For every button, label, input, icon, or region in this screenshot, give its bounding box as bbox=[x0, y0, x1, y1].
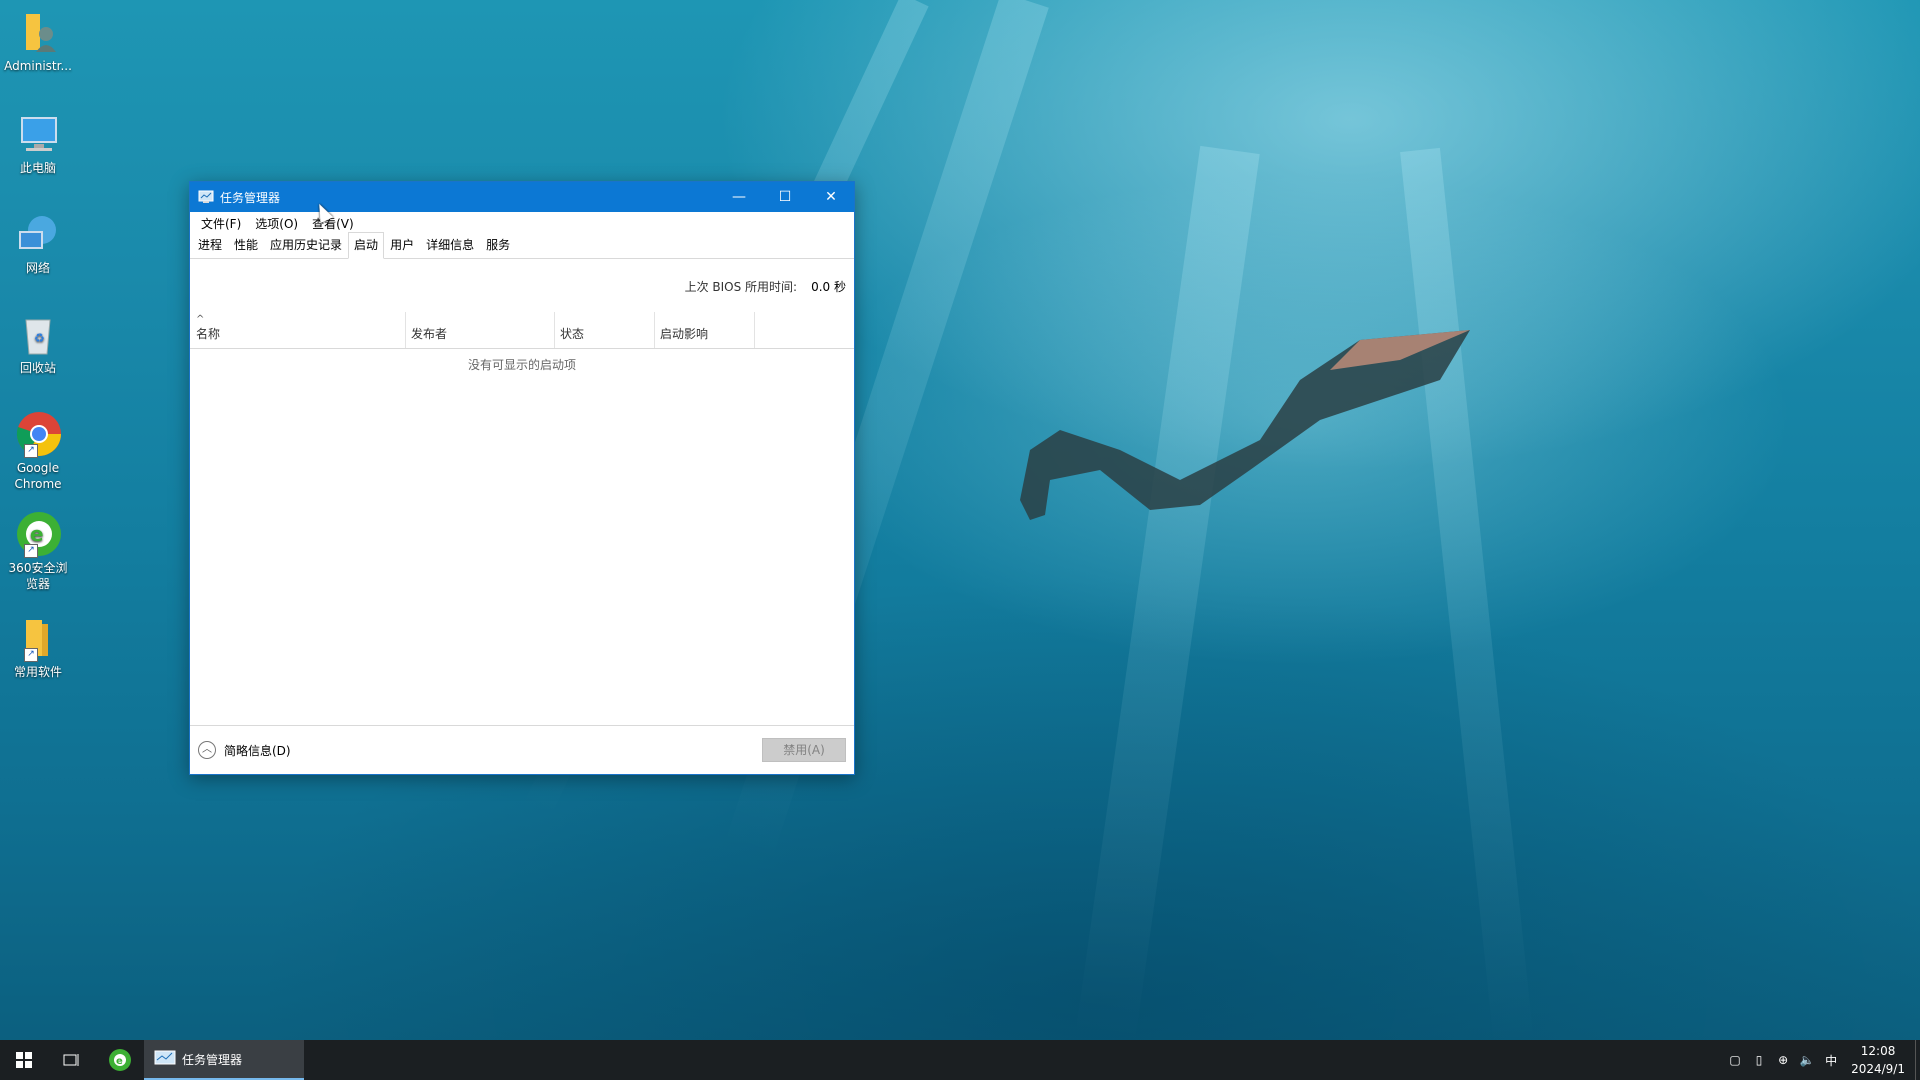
light-ray bbox=[1400, 147, 1534, 1048]
column-publisher[interactable]: 发布者 bbox=[405, 312, 555, 348]
desktop-icon-recycle-bin[interactable]: ♻ 回收站 bbox=[4, 310, 72, 376]
column-header: ^ 名称 发布者 状态 启动影响 bbox=[190, 312, 854, 349]
volume-muted-icon[interactable]: 🔈 bbox=[1795, 1053, 1819, 1067]
tab-strip: 进程 性能 应用历史记录 启动 用户 详细信息 服务 bbox=[190, 232, 854, 259]
windows-logo-icon bbox=[16, 1052, 32, 1068]
task-manager-window: 任务管理器 — ☐ ✕ 文件(F) 选项(O) 查看(V) 进程 性能 应用历史… bbox=[189, 181, 855, 775]
clock[interactable]: 12:08 2024/9/1 bbox=[1851, 1042, 1905, 1078]
empty-list-message: 没有可显示的启动项 bbox=[467, 358, 576, 372]
desktop-icon-common-software[interactable]: ↗ 常用软件 bbox=[4, 614, 72, 680]
window-title: 任务管理器 bbox=[220, 190, 281, 205]
tab-app-history[interactable]: 应用历史记录 bbox=[264, 232, 348, 258]
taskbar-task-manager[interactable]: 任务管理器 bbox=[144, 1040, 304, 1080]
shortcut-arrow-icon: ↗ bbox=[24, 444, 38, 458]
show-desktop-button[interactable] bbox=[1915, 1040, 1920, 1080]
task-manager-icon bbox=[154, 1050, 176, 1065]
task-manager-icon bbox=[198, 190, 214, 203]
svg-text:♻: ♻ bbox=[34, 331, 45, 345]
column-status[interactable]: 状态 bbox=[554, 312, 655, 348]
column-startup-impact[interactable]: 启动影响 bbox=[654, 312, 755, 348]
ime-indicator[interactable]: 中 bbox=[1819, 1052, 1843, 1069]
folder-icon: ↗ bbox=[14, 614, 62, 662]
notification-icon[interactable]: ▢ bbox=[1723, 1053, 1747, 1067]
usb-icon[interactable]: ▯ bbox=[1747, 1053, 1771, 1067]
light-ray bbox=[1075, 145, 1260, 1046]
chrome-icon: ↗ bbox=[14, 410, 62, 458]
desktop-icon-admin[interactable]: Administr... bbox=[4, 8, 72, 74]
bios-time-label: 上次 BIOS 所用时间: bbox=[684, 280, 798, 294]
swimmer-illustration bbox=[1020, 330, 1470, 520]
shortcut-arrow-icon: ↗ bbox=[24, 648, 38, 662]
taskbar: e 任务管理器 ▢ ▯ ⊕ 🔈 中 12:08 2024/9/1 bbox=[0, 1040, 1920, 1080]
minimize-icon: — bbox=[732, 189, 746, 205]
360-browser-icon: e ↗ bbox=[14, 510, 62, 558]
window-footer: ︿ 简略信息(D) 禁用(A) bbox=[190, 725, 854, 774]
tab-users[interactable]: 用户 bbox=[384, 232, 420, 258]
close-icon: ✕ bbox=[825, 189, 837, 205]
globe-network-icon[interactable]: ⊕ bbox=[1771, 1053, 1795, 1067]
network-icon bbox=[14, 210, 62, 258]
tab-startup[interactable]: 启动 bbox=[348, 232, 385, 259]
svg-text:e: e bbox=[30, 522, 44, 546]
taskbar-360-browser[interactable]: e bbox=[96, 1040, 144, 1080]
recycle-bin-icon: ♻ bbox=[14, 310, 62, 358]
bios-time: 上次 BIOS 所用时间: 0.0 秒 bbox=[685, 278, 846, 295]
fewer-details-link[interactable]: 简略信息(D) bbox=[224, 742, 291, 759]
user-folder-icon bbox=[14, 8, 62, 56]
column-name[interactable]: ^ 名称 bbox=[190, 312, 406, 348]
maximize-button[interactable]: ☐ bbox=[762, 182, 808, 212]
svg-text:e: e bbox=[116, 1056, 123, 1067]
title-bar[interactable]: 任务管理器 — ☐ ✕ bbox=[190, 182, 854, 212]
task-view-icon bbox=[63, 1054, 79, 1066]
menu-file[interactable]: 文件(F) bbox=[194, 215, 248, 232]
minimize-button[interactable]: — bbox=[716, 182, 762, 212]
desktop-icon-this-pc[interactable]: 此电脑 bbox=[4, 110, 72, 176]
tab-processes[interactable]: 进程 bbox=[192, 232, 228, 258]
menu-bar: 文件(F) 选项(O) 查看(V) bbox=[190, 212, 854, 234]
disable-button[interactable]: 禁用(A) bbox=[762, 738, 846, 762]
tab-details[interactable]: 详细信息 bbox=[420, 232, 480, 258]
tab-services[interactable]: 服务 bbox=[480, 232, 516, 258]
bios-time-value: 0.0 秒 bbox=[811, 280, 846, 294]
taskbar-app-label: 任务管理器 bbox=[182, 1052, 243, 1067]
system-tray: ▢ ▯ ⊕ 🔈 中 12:08 2024/9/1 bbox=[1723, 1040, 1920, 1080]
shortcut-arrow-icon: ↗ bbox=[24, 544, 38, 558]
close-button[interactable]: ✕ bbox=[808, 182, 854, 212]
desktop-icon-chrome[interactable]: ↗ Google Chrome bbox=[4, 410, 72, 492]
clock-time: 12:08 bbox=[1860, 1044, 1896, 1058]
tab-performance[interactable]: 性能 bbox=[228, 232, 264, 258]
computer-icon bbox=[14, 110, 62, 158]
menu-options[interactable]: 选项(O) bbox=[248, 215, 305, 232]
maximize-icon: ☐ bbox=[778, 189, 792, 205]
chevron-up-icon[interactable]: ︿ bbox=[198, 741, 216, 759]
360-browser-icon: e bbox=[109, 1049, 131, 1071]
desktop-icon-360-browser[interactable]: e ↗ 360安全浏览器 bbox=[4, 510, 72, 592]
task-view-button[interactable] bbox=[48, 1040, 96, 1080]
clock-date: 2024/9/1 bbox=[1851, 1062, 1905, 1076]
start-button[interactable] bbox=[0, 1040, 48, 1080]
desktop-icon-network[interactable]: 网络 bbox=[4, 210, 72, 276]
